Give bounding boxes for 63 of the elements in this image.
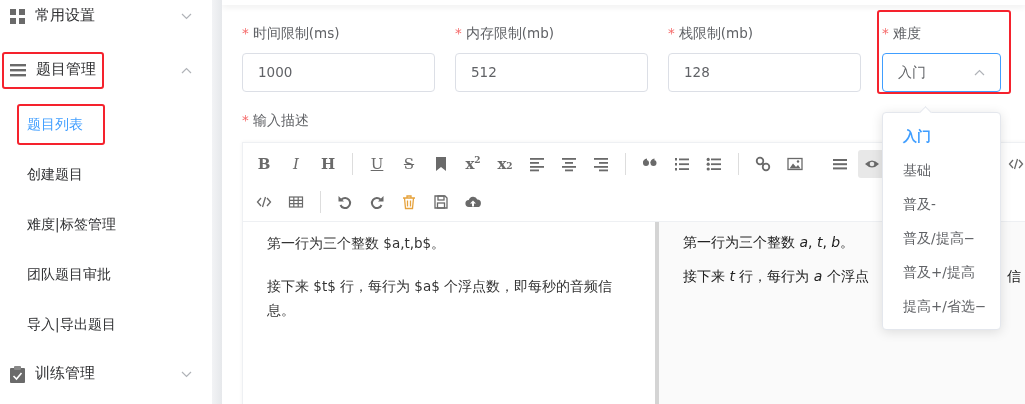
chevron-up-icon <box>181 66 192 74</box>
required-asterisk: * <box>455 25 462 41</box>
undo-icon <box>337 194 353 210</box>
scrollbar[interactable] <box>212 0 222 404</box>
source-text-line: 接下来 $t$ 行，每行为 $a$ 个浮点数，即每秒的音频信息。 <box>267 277 614 320</box>
toolbar-button[interactable]: U <box>363 150 391 178</box>
toolbar-button[interactable]: I <box>282 150 310 178</box>
clipboard-icon <box>10 365 25 383</box>
sidebar-submenu-item[interactable]: 团队题目审批 <box>27 263 111 285</box>
bookmark-icon <box>433 156 449 172</box>
toolbar-button[interactable]: S <box>395 150 423 178</box>
redo-icon <box>369 194 385 210</box>
dropdown-option[interactable]: 提高+/省选− <box>883 289 1000 323</box>
preview-text: 信 <box>1007 267 1021 286</box>
toolbar-button[interactable]: H <box>314 150 342 178</box>
select-field[interactable]: 入门 <box>882 53 1001 92</box>
code-icon <box>1008 156 1024 172</box>
align-center-icon <box>561 156 577 172</box>
sidebar-submenu-item[interactable]: 难度|标签管理 <box>27 213 116 235</box>
save-icon <box>433 194 449 210</box>
sidebar-menu-item[interactable]: 常用设置 <box>0 0 212 41</box>
menu-icon <box>10 63 26 77</box>
required-asterisk: * <box>242 112 249 128</box>
field-label: 难度 <box>892 25 921 41</box>
editor-input-area[interactable]: 第一行为三个整数 $a,t,b$。 接下来 $t$ 行，每行为 $a$ 个浮点数，即每秒的音频信息。 <box>243 222 655 404</box>
input-field[interactable]: 512 <box>455 53 648 92</box>
preview-text: 第一行为三个整数 a, t, b。 <box>683 233 855 252</box>
required-asterisk: * <box>882 25 889 41</box>
source-text-line: 第一行为三个整数 $a,t,b$。 <box>267 234 447 253</box>
preview-text: 接下来 t 行，每行为 a 个浮点 <box>683 267 869 286</box>
sidebar-menu-item[interactable]: 训练管理 <box>0 349 212 399</box>
input-field[interactable]: 128 <box>668 53 861 92</box>
table-icon <box>288 194 304 210</box>
toolbar-button[interactable]: x$^{2}$ <box>459 150 487 178</box>
dropdown-option[interactable]: 普及- <box>883 187 1000 221</box>
sidebar-submenu-item[interactable]: 导入|导出题目 <box>27 313 116 335</box>
trash-icon <box>401 194 417 210</box>
sidebar-menu-item[interactable]: 题目管理 <box>0 41 212 99</box>
numbered-list-icon <box>674 156 690 172</box>
link-icon <box>755 156 771 172</box>
code-icon <box>256 194 272 210</box>
required-asterisk: * <box>668 25 675 41</box>
dropdown-option[interactable]: 基础 <box>883 153 1000 187</box>
field-label: 时间限制(ms) <box>252 25 340 41</box>
chevron-down-icon <box>181 370 192 378</box>
image-icon <box>787 156 803 172</box>
field-label: 栈限制(mb) <box>678 25 753 41</box>
dropdown-option[interactable]: 普及/提高− <box>883 221 1000 255</box>
menu-icon <box>832 156 848 172</box>
field-label: 内存限制(mb) <box>465 25 554 41</box>
required-asterisk: * <box>242 25 249 41</box>
dropdown-option[interactable]: 普及+/提高 <box>883 255 1000 289</box>
chevron-down-icon <box>181 12 192 20</box>
field-label: 输入描述 <box>252 112 309 128</box>
sidebar-submenu-item[interactable]: 创建题目 <box>27 163 83 185</box>
align-right-icon <box>593 156 609 172</box>
input-field[interactable]: 1000 <box>242 53 435 92</box>
align-left-icon <box>529 156 545 172</box>
grid-icon <box>10 8 25 24</box>
toolbar-button[interactable]: B <box>250 150 278 178</box>
cloud-upload-icon <box>465 194 481 210</box>
bullet-list-icon <box>706 156 722 172</box>
chevron-up-icon <box>974 69 985 76</box>
